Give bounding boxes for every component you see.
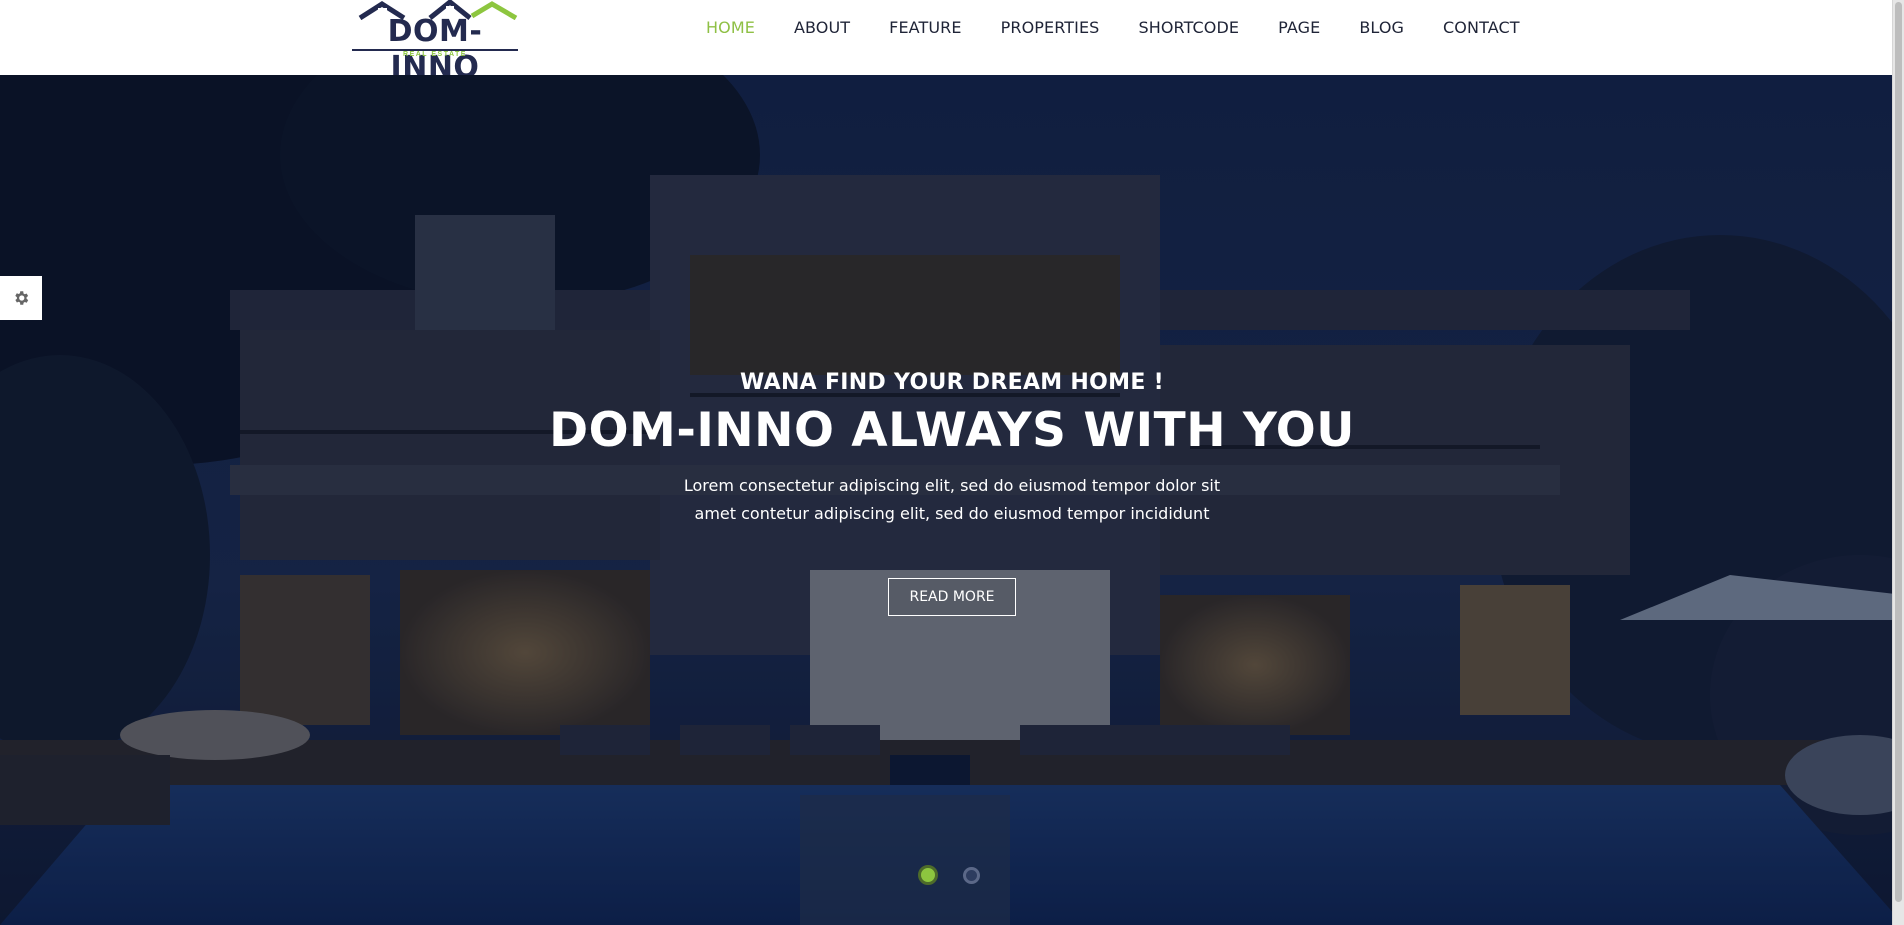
hero-subtitle: WANA FIND YOUR DREAM HOME ! [740,370,1164,395]
slide-dot-1[interactable] [918,865,938,885]
page-scrollbar[interactable] [1892,0,1904,925]
site-logo[interactable]: DOM-INNO REAL ESTATE [350,0,520,85]
hero-caption: WANA FIND YOUR DREAM HOME ! DOM-INNO ALW… [0,370,1904,616]
nav-shortcode[interactable]: SHORTCODE [1138,0,1239,55]
nav-contact[interactable]: CONTACT [1443,0,1520,55]
hero-slider: WANA FIND YOUR DREAM HOME ! DOM-INNO ALW… [0,75,1904,925]
hero-title: DOM-INNO ALWAYS WITH YOU [549,403,1355,458]
nav-blog[interactable]: BLOG [1359,0,1404,55]
read-more-button[interactable]: READ MORE [888,578,1016,616]
hero-description: Lorem consectetur adipiscing elit, sed d… [672,472,1232,528]
hero-description-line-1: Lorem consectetur adipiscing elit, sed d… [683,476,1221,495]
scrollbar-thumb[interactable] [1895,2,1902,902]
main-nav: HOME ABOUT FEATURE PROPERTIES SHORTCODE … [706,0,1520,55]
gear-icon [15,291,29,305]
slider-pagination [0,865,1904,889]
settings-toggle[interactable] [0,276,42,320]
nav-home[interactable]: HOME [706,0,755,55]
site-header: DOM-INNO REAL ESTATE HOME ABOUT FEATURE … [0,0,1904,85]
nav-feature[interactable]: FEATURE [889,0,961,55]
slide-dot-2[interactable] [963,867,980,884]
nav-about[interactable]: ABOUT [794,0,850,55]
logo-tagline: REAL ESTATE [403,51,467,58]
hero-description-line-2: amet contetur adipiscing elit, sed do ei… [694,504,1210,523]
nav-properties[interactable]: PROPERTIES [1001,0,1100,55]
nav-page[interactable]: PAGE [1278,0,1320,55]
